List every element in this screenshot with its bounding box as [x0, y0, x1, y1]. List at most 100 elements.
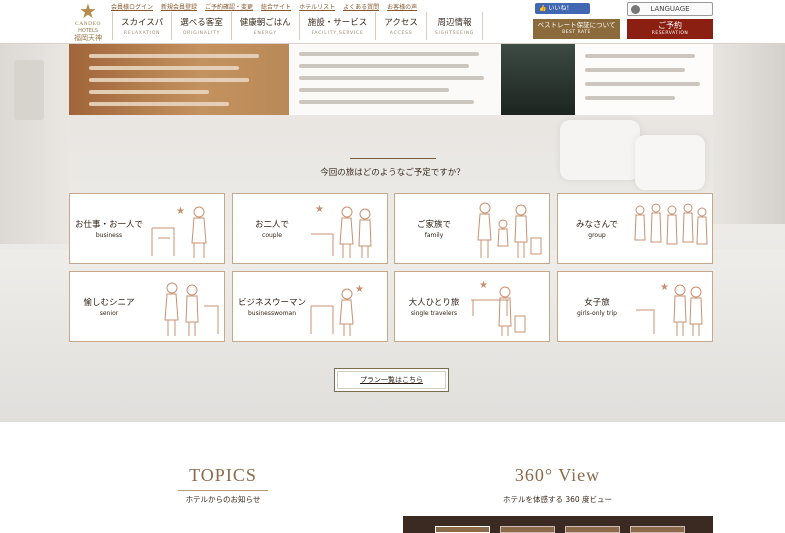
- card-sublabel: group: [588, 232, 606, 239]
- global-nav: スカイスパ RELAXATION 選べる客室 ORIGINALITY 健康朝ごは…: [112, 12, 484, 40]
- wall-right: [713, 44, 785, 224]
- nav-item-relaxation[interactable]: スカイスパ RELAXATION: [112, 12, 173, 40]
- logo-brand: CANDEO: [75, 21, 101, 27]
- nav-sublabel: FACILITY,SERVICE: [311, 31, 364, 36]
- girls-trip-illustration-icon: ★: [636, 282, 703, 336]
- category-card-single-travelers[interactable]: 大人ひとり旅 single travelers ★: [394, 271, 550, 342]
- link-hotel-list[interactable]: ホテルリスト: [299, 2, 335, 11]
- link-faq[interactable]: よくある質問: [343, 2, 379, 11]
- nav-item-sightseeing[interactable]: 周辺情報 SIGHTSEEING: [427, 12, 484, 40]
- single-traveler-illustration-icon: ★: [471, 280, 526, 336]
- svg-text:★: ★: [315, 204, 324, 215]
- group-illustration-icon: [634, 203, 708, 245]
- language-button[interactable]: LANGUAGE: [627, 2, 713, 16]
- link-general-site[interactable]: 総合サイト: [261, 2, 291, 11]
- nav-sublabel: RELAXATION: [123, 31, 161, 36]
- banner-slide[interactable]: [69, 44, 289, 115]
- topics-title: TOPICS: [189, 465, 257, 485]
- category-card-girls-trip[interactable]: 女子旅 girls-only trip ★: [557, 271, 713, 342]
- category-card-couple[interactable]: お二人で couple ★: [232, 193, 388, 264]
- language-label: LANGUAGE: [650, 5, 690, 13]
- svg-text:★: ★: [176, 206, 185, 217]
- card-sublabel: family: [424, 232, 444, 239]
- senior-illustration-icon: [164, 282, 219, 336]
- card-label: ビジネスウーマン: [237, 298, 306, 308]
- reservation-label: ご予約: [658, 21, 682, 30]
- reservation-button[interactable]: ご予約 RESERVATION: [627, 19, 713, 39]
- card-label: 愉しむシニア: [83, 298, 135, 308]
- nav-label: 健康朝ごはん: [239, 18, 291, 28]
- banner-slide[interactable]: [501, 44, 575, 115]
- trip-question: 今回の旅はどのようなご予定ですか？: [320, 168, 465, 178]
- businesswoman-illustration-icon: ★: [310, 284, 364, 336]
- category-card-businesswoman[interactable]: ビジネスウーマン businesswoman ★: [232, 271, 388, 342]
- site-header: ★ CANDEO HOTELS 福岡天神 会員様ログイン 新規会員登録 ご予約確…: [0, 0, 785, 44]
- nav-item-access[interactable]: アクセス ACCESS: [376, 12, 427, 40]
- card-sublabel: single travelers: [410, 310, 458, 317]
- nav-label: アクセス: [384, 18, 418, 28]
- nav-item-facility[interactable]: 施設・サービス FACILITY,SERVICE: [300, 12, 377, 40]
- category-card-family[interactable]: ご家族で family: [394, 193, 550, 264]
- business-illustration-icon: ★: [151, 206, 207, 258]
- best-rate-button[interactable]: ベストレート保証について BEST RATE: [533, 19, 620, 39]
- svg-text:★: ★: [355, 284, 364, 295]
- plan-list-button[interactable]: プラン一覧はこちら: [334, 368, 449, 392]
- facebook-like-button[interactable]: 👍 いいね！: [535, 3, 590, 14]
- best-rate-sublabel: BEST RATE: [562, 30, 591, 35]
- card-label: お仕事・お一人で: [74, 220, 143, 230]
- card-label: お二人で: [254, 220, 289, 230]
- card-label: 大人ひとり旅: [408, 298, 460, 308]
- card-label: みなさんで: [575, 220, 619, 230]
- utility-links: 会員様ログイン 新規会員登録 ご予約確認・変更 総合サイト ホテルリスト よくあ…: [111, 2, 417, 11]
- hotel-logo[interactable]: ★ CANDEO HOTELS 福岡天神: [66, 1, 110, 43]
- nav-item-energy[interactable]: 健康朝ごはん ENERGY: [232, 12, 300, 40]
- view360-panel[interactable]: [403, 516, 713, 533]
- link-reviews[interactable]: お客様の声: [387, 2, 417, 11]
- category-card-business[interactable]: お仕事・お一人で business ★: [69, 193, 225, 264]
- card-sublabel: senior: [99, 310, 119, 317]
- globe-icon: [631, 5, 640, 14]
- nav-sublabel: ENERGY: [253, 31, 277, 36]
- link-reservation-check[interactable]: ご予約確認・変更: [205, 2, 253, 11]
- card-sublabel: girls-only trip: [577, 310, 617, 317]
- card-label: 女子旅: [584, 298, 610, 308]
- pillow: [635, 135, 705, 190]
- nav-label: スカイスパ: [121, 18, 164, 28]
- star-logo-icon: ★: [79, 0, 97, 23]
- view360-subtitle: ホテルを体感する 360 度ビュー: [502, 495, 613, 504]
- banner-slide[interactable]: [575, 44, 713, 115]
- family-illustration-icon: [477, 202, 542, 258]
- topics-subtitle: ホテルからのお知らせ: [185, 495, 261, 504]
- view360-thumbnail[interactable]: [565, 526, 620, 533]
- card-sublabel: businesswoman: [247, 310, 297, 317]
- question-divider: [350, 158, 436, 159]
- view360-thumbnail[interactable]: [500, 526, 555, 533]
- category-card-group[interactable]: みなさんで group: [557, 193, 713, 264]
- nav-label: 周辺情報: [437, 18, 472, 28]
- best-rate-label: ベストレート保証について: [537, 21, 616, 29]
- view360-thumbnail[interactable]: [435, 526, 490, 533]
- link-register[interactable]: 新規会員登録: [161, 2, 197, 11]
- lamp: [14, 60, 44, 120]
- view360-thumbnail[interactable]: [630, 526, 685, 533]
- nav-sublabel: ACCESS: [389, 31, 413, 36]
- banner-carousel: [69, 44, 713, 115]
- banner-slide[interactable]: [289, 44, 501, 115]
- card-sublabel: business: [95, 232, 123, 239]
- link-member-login[interactable]: 会員様ログイン: [111, 2, 153, 11]
- reservation-sublabel: RESERVATION: [651, 31, 689, 36]
- category-card-senior[interactable]: 愉しむシニア senior: [69, 271, 225, 342]
- svg-text:★: ★: [479, 280, 488, 291]
- like-label: いいね！: [548, 5, 573, 12]
- topics-divider: [178, 490, 268, 491]
- thumbs-up-icon: 👍: [539, 5, 547, 12]
- nav-item-originality[interactable]: 選べる客室 ORIGINALITY: [172, 12, 232, 40]
- nav-label: 施設・サービス: [307, 18, 368, 28]
- logo-location: 福岡天神: [74, 34, 102, 42]
- card-sublabel: couple: [262, 232, 282, 239]
- view360-title: 360° View: [514, 465, 601, 485]
- svg-text:★: ★: [660, 282, 669, 293]
- nav-sublabel: ORIGINALITY: [182, 31, 221, 36]
- card-label: ご家族で: [416, 220, 451, 230]
- couple-illustration-icon: ★: [311, 204, 372, 258]
